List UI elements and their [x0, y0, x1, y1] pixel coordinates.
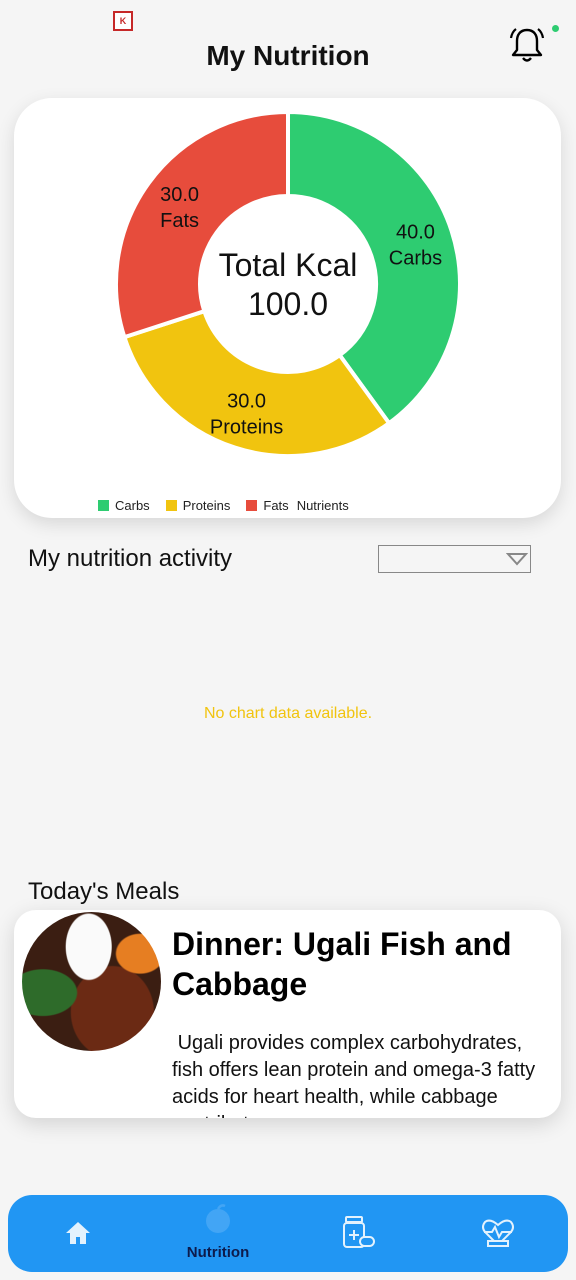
legend-swatch-carbs [98, 500, 109, 511]
nutrition-icon [206, 1204, 230, 1233]
pie-value-label-fats: 30.0 [160, 184, 199, 206]
legend-label-proteins: Proteins [182, 498, 231, 513]
pie-category-label-proteins: Proteins [210, 416, 283, 438]
fitness-icon [482, 1219, 514, 1247]
home-icon [66, 1222, 90, 1244]
legend-swatch-proteins [165, 500, 177, 511]
meals-title: Today's Meals [28, 878, 180, 905]
app-badge-icon: K [113, 11, 133, 31]
nutrition-pie-card: Total Kcal 100.0 40.0 Carbs 30.0 Proteins 30… [14, 98, 561, 518]
pie-hole [216, 212, 360, 356]
meal-image [22, 912, 161, 1051]
chevron-down-icon [506, 553, 528, 566]
nav-item-medicine[interactable] [288, 1195, 428, 1272]
nav-item-nutrition[interactable]: Nutrition [148, 1195, 288, 1272]
medicine-icon [343, 1216, 375, 1248]
notification-bell-icon[interactable] [506, 24, 548, 66]
pie-value-label-carbs: 40.0 [396, 222, 435, 244]
activity-empty-message: No chart data available. [203, 705, 373, 722]
legend-label-nutrients: Nutrients [296, 498, 349, 513]
pie-center-value: 100.0 [248, 286, 328, 322]
meal-card[interactable]: Dinner: Ugali Fish and Cabbage Ugali pro… [14, 910, 561, 1118]
bottom-navigation: Nutrition [8, 1195, 568, 1272]
legend-swatch-fats [246, 500, 258, 511]
activity-period-dropdown[interactable] [378, 545, 531, 573]
meal-title: Dinner: Ugali Fish and Cabbage [172, 926, 512, 1002]
activity-title: My nutrition activity [28, 545, 233, 572]
pie-value-label-proteins: 30.0 [227, 390, 266, 412]
page-title: My Nutrition [206, 40, 370, 71]
nav-item-fitness[interactable] [428, 1195, 568, 1272]
pie-category-label-fats: Fats [160, 210, 199, 232]
pie-legend: Carbs Proteins Fats Nutrients [84, 498, 349, 513]
legend-label-carbs: Carbs [115, 498, 150, 513]
notification-dot [552, 25, 559, 32]
pie-category-label-carbs: Carbs [389, 248, 442, 270]
pie-center-label: Total Kcal [219, 247, 358, 283]
meal-description: Ugali provides complex carbohydrates, fi… [172, 1032, 536, 1118]
nav-label-nutrition: Nutrition [186, 1244, 250, 1261]
nutrition-pie-chart: Total Kcal 100.0 40.0 Carbs 30.0 Proteins 30… [114, 109, 462, 458]
nav-item-home[interactable] [8, 1195, 148, 1272]
legend-label-fats: Fats [263, 498, 289, 513]
